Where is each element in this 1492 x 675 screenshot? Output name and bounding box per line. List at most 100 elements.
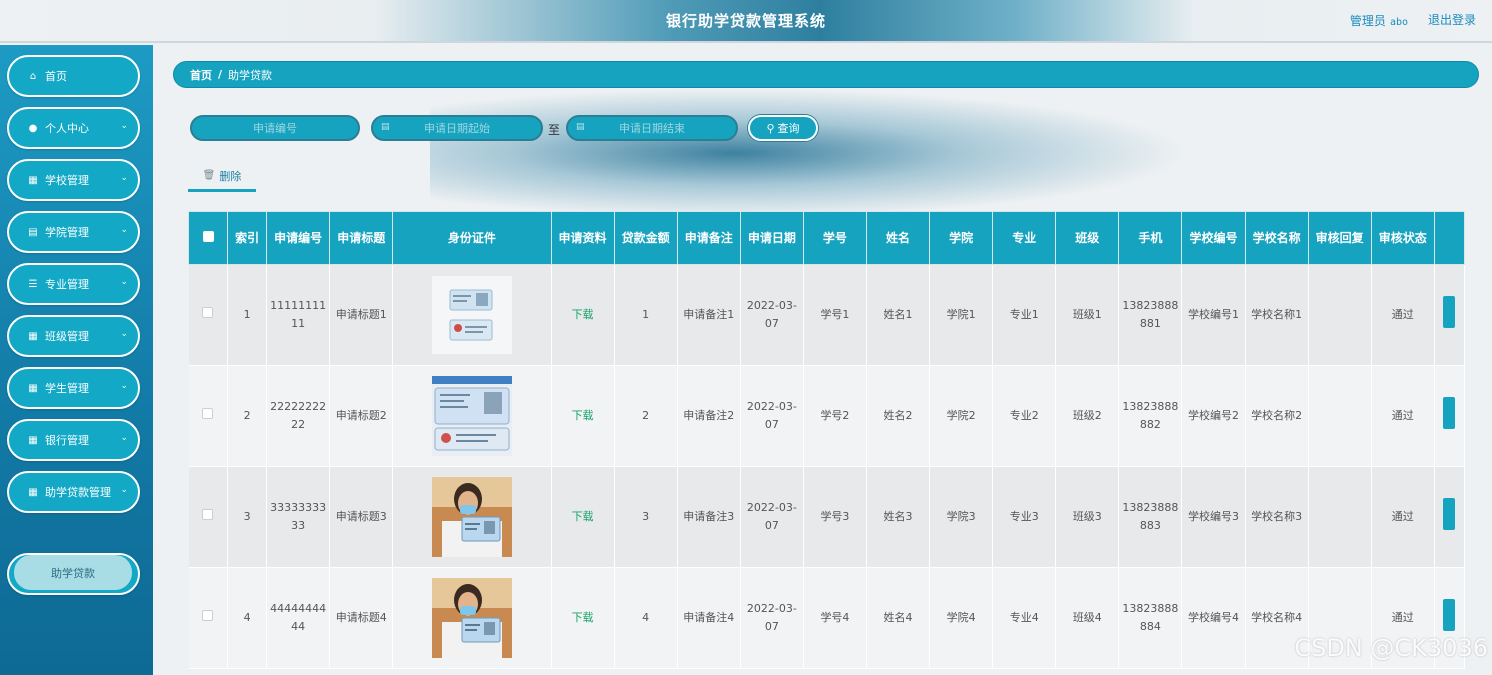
cell-major: 专业3: [992, 466, 1057, 568]
row-action-button[interactable]: [1443, 397, 1456, 429]
column-header: 专业: [992, 211, 1057, 265]
grid-icon: ▦: [28, 486, 38, 498]
download-link[interactable]: 下载: [572, 611, 594, 624]
column-header: 学校编号: [1181, 211, 1246, 265]
person-holding-id-photo: [431, 477, 512, 557]
row-actions: [1434, 466, 1465, 568]
calendar-icon: ▤: [381, 122, 390, 132]
sidebar-item-label: 班级管理: [45, 330, 89, 343]
date-end-placeholder: 申请日期结束: [619, 122, 685, 135]
material-cell: 下载: [551, 567, 615, 669]
cell-apply-no: 3333333333: [266, 466, 331, 568]
sidebar-item-label: 银行管理: [45, 434, 89, 447]
chevron-down-icon: ⌄: [120, 433, 128, 443]
cell-college: 学院3: [929, 466, 994, 568]
sidebar-subitem-loan[interactable]: 助学贷款: [14, 555, 132, 590]
sidebar-item-9[interactable]: ▦ 助学贷款管理 ⌄: [7, 471, 140, 513]
cell-phone: 13823888881: [1118, 264, 1183, 366]
sidebar-item-6[interactable]: ▦ 班级管理 ⌄: [7, 315, 140, 357]
cell-amount: 3: [614, 466, 678, 568]
id-document-cell: [392, 365, 552, 467]
row-action-button[interactable]: [1443, 498, 1456, 530]
cell-college: 学院1: [929, 264, 994, 366]
sidebar-item-7[interactable]: ▦ 学生管理 ⌄: [7, 367, 140, 409]
breadcrumb-home[interactable]: 首页: [190, 67, 212, 83]
date-start-placeholder: 申请日期起始: [424, 122, 490, 135]
cell-amount: 2: [614, 365, 678, 467]
cell-school-name: 学校名称1: [1245, 264, 1309, 366]
sidebar-item-5[interactable]: ☰ 专业管理 ⌄: [7, 263, 140, 305]
decorative-glow: [430, 88, 1190, 218]
cell-class: 班级3: [1055, 466, 1120, 568]
cell-major: 专业4: [992, 567, 1057, 669]
table-row[interactable]: 1 1111111111 申请标题1 下载 1 申请备注1 2022-03-07 学号1 姓名1…: [188, 264, 1465, 366]
download-link[interactable]: 下载: [572, 409, 594, 422]
table-row[interactable]: 4 4444444444 申请标题4 下载 4 申请备注4 2022-03-07 学号4 姓名4…: [188, 567, 1465, 669]
sidebar-item-label: 个人中心: [45, 122, 89, 135]
query-button[interactable]: ⚲ 查询: [748, 115, 818, 141]
material-cell: 下载: [551, 264, 615, 366]
sidebar-item-4[interactable]: ▤ 学院管理 ⌄: [7, 211, 140, 253]
cell-major: 专业2: [992, 365, 1057, 467]
sidebar: ⌂ 首页 ● 个人中心 ⌄ ▦ 学校管理 ⌄ ▤ 学院管理 ⌄ ☰ 专业管理 ⌄ ▦ 班级管理 ⌄ ▦ 学生管理 ⌄ ▦…: [0, 45, 153, 675]
sidebar-item-1[interactable]: ⌂ 首页: [7, 55, 140, 97]
column-header: 审核状态: [1370, 211, 1435, 265]
cell-phone: 13823888882: [1118, 365, 1183, 467]
grid-icon: ▦: [28, 382, 38, 394]
sidebar-item-2[interactable]: ● 个人中心 ⌄: [7, 107, 140, 149]
cell-name: 姓名4: [866, 567, 931, 669]
breadcrumb: 首页 / 助学贷款: [173, 61, 1479, 88]
table-row[interactable]: 3 3333333333 申请标题3 下载 3 申请备注3 2022-03-07 学号3 姓名3…: [188, 466, 1465, 568]
cell-phone: 13823888884: [1118, 567, 1183, 669]
sidebar-item-label: 学校管理: [45, 174, 89, 187]
cell-apply-no: 4444444444: [266, 567, 331, 669]
apply-no-input[interactable]: 申请编号: [190, 115, 360, 141]
cell-school-no: 学校编号4: [1181, 567, 1246, 669]
sidebar-item-3[interactable]: ▦ 学校管理 ⌄: [7, 159, 140, 201]
person-holding-id-photo: [431, 578, 512, 658]
date-start-input[interactable]: ▤ 申请日期起始: [371, 115, 543, 141]
cell-apply-no: 1111111111: [266, 264, 331, 366]
cell-date: 2022-03-07: [740, 567, 804, 669]
query-button-label: 查询: [777, 122, 800, 135]
id-card-image: [431, 376, 512, 456]
cell-date: 2022-03-07: [740, 365, 804, 467]
watermark: CSDN @CK3036: [1294, 634, 1488, 662]
table-row[interactable]: 2 2222222222 申请标题2 下载 2 申请备注2 2022-03-07 学号2 姓名2…: [188, 365, 1465, 467]
cell-title: 申请标题4: [329, 567, 394, 669]
cell-college: 学院4: [929, 567, 994, 669]
row-checkbox[interactable]: [188, 365, 229, 467]
row-action-button[interactable]: [1443, 599, 1456, 631]
select-all-checkbox[interactable]: [188, 211, 229, 265]
cell-college: 学院2: [929, 365, 994, 467]
cell-status: 通过: [1371, 365, 1435, 467]
cell-date: 2022-03-07: [740, 264, 804, 366]
cell-class: 班级1: [1055, 264, 1120, 366]
row-action-button[interactable]: [1443, 296, 1456, 328]
cell-index: 1: [227, 264, 268, 366]
material-cell: 下载: [551, 365, 615, 467]
download-link[interactable]: 下载: [572, 510, 594, 523]
cell-student-no: 学号3: [803, 466, 867, 568]
date-end-input[interactable]: ▤ 申请日期结束: [566, 115, 738, 141]
id-card-image: [431, 276, 512, 354]
row-checkbox[interactable]: [188, 264, 229, 366]
cell-remark: 申请备注2: [677, 365, 741, 467]
sidebar-item-8[interactable]: ▦ 银行管理 ⌄: [7, 419, 140, 461]
apply-no-placeholder: 申请编号: [253, 122, 297, 135]
actions-column-header: [1433, 211, 1465, 265]
cell-apply-no: 2222222222: [266, 365, 331, 467]
chevron-down-icon: ⌄: [120, 277, 128, 287]
row-checkbox[interactable]: [188, 567, 229, 669]
delete-button[interactable]: 🗑 删除: [188, 162, 256, 192]
cell-status: 通过: [1371, 264, 1435, 366]
cell-phone: 13823888883: [1118, 466, 1183, 568]
column-header: 申请编号: [266, 211, 331, 265]
row-checkbox[interactable]: [188, 466, 229, 568]
cell-title: 申请标题3: [329, 466, 394, 568]
cell-student-no: 学号4: [803, 567, 867, 669]
home-icon: ⌂: [29, 70, 37, 82]
cell-student-no: 学号1: [803, 264, 867, 366]
logout-link[interactable]: 退出登录: [1428, 11, 1476, 28]
download-link[interactable]: 下载: [572, 308, 594, 321]
